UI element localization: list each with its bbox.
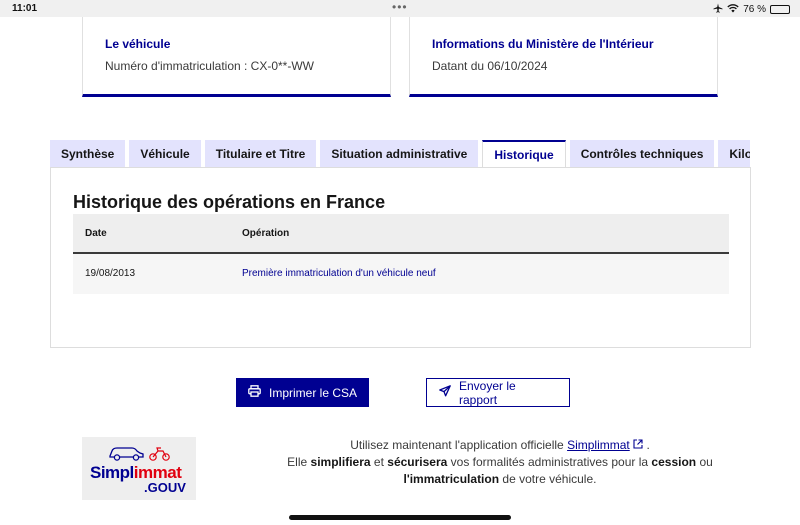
battery-percent: 76 % — [743, 4, 766, 15]
table-row: 19/08/2013 Première immatriculation d'un… — [73, 254, 729, 294]
wifi-icon — [727, 3, 739, 16]
column-header-operation: Opération — [242, 228, 290, 239]
simplimmat-logo: Simplimmat .GOUV — [82, 437, 196, 500]
battery-icon — [770, 5, 790, 14]
tab-kilometrage[interactable]: Kilo — [718, 140, 750, 168]
print-csa-button[interactable]: Imprimer le CSA — [236, 378, 369, 407]
history-title: Historique des opérations en France — [73, 192, 386, 212]
multitasking-dots[interactable]: ••• — [392, 0, 408, 14]
home-indicator[interactable] — [289, 515, 511, 520]
airplane-icon — [713, 3, 723, 16]
tab-historique[interactable]: Historique — [482, 140, 566, 168]
table-header: Date Opération — [73, 214, 729, 254]
simplimmat-promo: Utilisez maintenant l'application offici… — [210, 437, 790, 488]
tab-synthese[interactable]: Synthèse — [50, 140, 126, 168]
printer-icon — [248, 385, 261, 400]
tab-vehicule[interactable]: Véhicule — [129, 140, 201, 168]
ministry-card-title: Informations du Ministère de l'Intérieur — [432, 37, 654, 51]
car-moto-illustration — [109, 447, 170, 461]
print-csa-label: Imprimer le CSA — [269, 385, 358, 400]
history-table: Date Opération 19/08/2013 Première immat… — [73, 214, 729, 294]
registration-number: Numéro d'immatriculation : CX-0**-WW — [105, 59, 314, 73]
simplimmat-link[interactable]: Simplimmat — [567, 438, 630, 452]
column-header-date: Date — [85, 228, 107, 239]
tab-titulaire-et-titre[interactable]: Titulaire et Titre — [204, 140, 317, 168]
promo-line-2: Elle simplifiera et sécurisera vos forma… — [287, 455, 713, 469]
row-date: 19/08/2013 — [85, 268, 136, 279]
send-report-label: Envoyer le rapport — [459, 378, 516, 407]
status-time: 11:01 — [12, 3, 38, 14]
vehicle-card: Le véhicule Numéro d'immatriculation : C… — [82, 17, 391, 97]
vehicle-card-title: Le véhicule — [105, 37, 171, 51]
external-link-icon — [633, 438, 646, 452]
tab-controles-techniques[interactable]: Contrôles techniques — [569, 140, 715, 168]
history-panel: Historique des opérations en France Date… — [50, 167, 751, 348]
promo-line-3: l'immatriculation de votre véhicule. — [403, 472, 597, 486]
send-icon — [439, 385, 451, 400]
send-report-button[interactable]: Envoyer le rapport — [426, 378, 570, 407]
status-indicators: 76 % — [713, 3, 790, 16]
ministry-date: Datant du 06/10/2024 — [432, 59, 548, 73]
logo-suffix: .GOUV — [144, 480, 186, 495]
row-operation: Première immatriculation d'un véhicule n… — [242, 268, 436, 279]
status-bar: 11:01 ••• 76 % — [0, 0, 800, 17]
promo-line-1: Utilisez maintenant l'application offici… — [350, 438, 650, 452]
ministry-card: Informations du Ministère de l'Intérieur… — [409, 17, 718, 97]
tab-situation-administrative[interactable]: Situation administrative — [320, 140, 479, 168]
tab-bar: Synthèse Véhicule Titulaire et Titre Sit… — [50, 140, 750, 168]
